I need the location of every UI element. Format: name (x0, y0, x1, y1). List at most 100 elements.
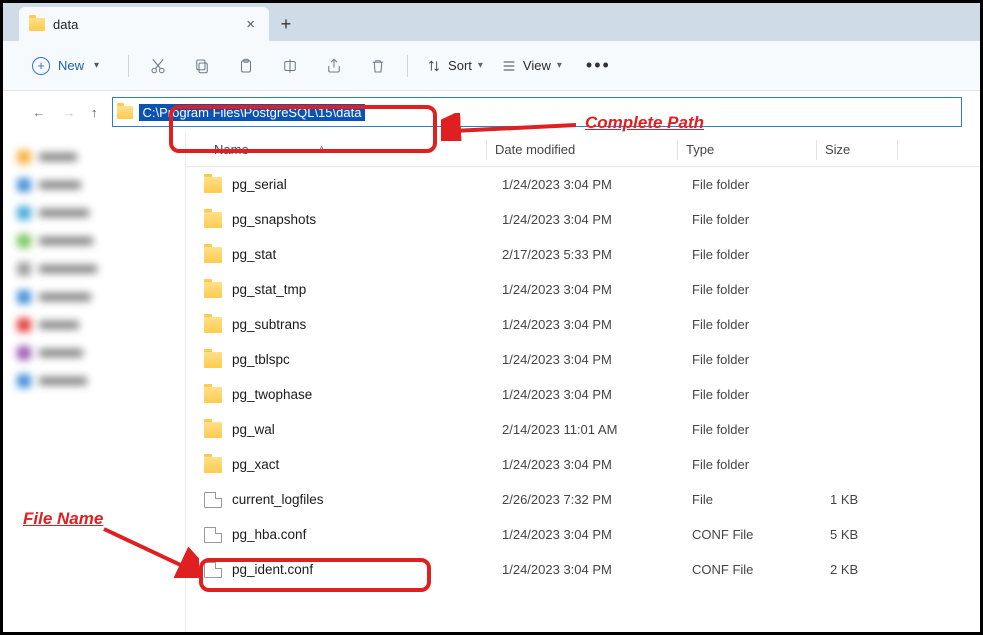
sidebar-icon (17, 262, 31, 276)
sidebar-icon (17, 374, 31, 388)
table-row[interactable]: current_logfiles2/26/2023 7:32 PMFile1 K… (186, 482, 980, 517)
table-row[interactable]: pg_serial1/24/2023 3:04 PMFile folder (186, 167, 980, 202)
cut-icon[interactable] (147, 55, 169, 77)
sidebar-item[interactable] (11, 283, 177, 311)
sidebar-item[interactable] (11, 367, 177, 395)
file-type: File folder (692, 422, 830, 437)
file-name: pg_wal (232, 422, 502, 437)
address-path[interactable]: C:\Program Files\PostgreSQL\15\data (139, 104, 366, 121)
column-headers: Name ˄ Date modified Type Size (186, 133, 980, 167)
file-pane: Name ˄ Date modified Type Size pg_serial… (185, 133, 980, 632)
back-arrow-icon[interactable]: ← (31, 105, 47, 120)
copy-icon[interactable] (191, 55, 213, 77)
file-name: pg_twophase (232, 387, 502, 402)
sidebar-icon (17, 178, 31, 192)
main-area: Name ˄ Date modified Type Size pg_serial… (3, 133, 980, 632)
chevron-down-icon: ▾ (478, 60, 483, 71)
sidebar-item[interactable] (11, 171, 177, 199)
col-type-header[interactable]: Type (678, 142, 816, 157)
sidebar-item[interactable] (11, 339, 177, 367)
col-name-label: Name (214, 142, 249, 157)
table-row[interactable]: pg_snapshots1/24/2023 3:04 PMFile folder (186, 202, 980, 237)
table-row[interactable]: pg_twophase1/24/2023 3:04 PMFile folder (186, 377, 980, 412)
file-name: pg_stat_tmp (232, 282, 502, 297)
sidebar-label (39, 321, 79, 329)
folder-icon (204, 387, 222, 403)
table-row[interactable]: pg_wal2/14/2023 11:01 AMFile folder (186, 412, 980, 447)
file-date: 1/24/2023 3:04 PM (502, 177, 692, 192)
col-size-header[interactable]: Size (817, 142, 897, 157)
paste-icon[interactable] (235, 55, 257, 77)
clipboard-group (147, 55, 389, 77)
file-date: 2/17/2023 5:33 PM (502, 247, 692, 262)
sort-asc-icon: ˄ (319, 144, 325, 155)
sidebar-label (39, 293, 91, 301)
tab-bar: data × + (3, 3, 980, 41)
table-row[interactable]: pg_tblspc1/24/2023 3:04 PMFile folder (186, 342, 980, 377)
delete-icon[interactable] (367, 55, 389, 77)
table-row[interactable]: pg_stat_tmp1/24/2023 3:04 PMFile folder (186, 272, 980, 307)
separator (128, 55, 129, 77)
rename-icon[interactable] (279, 55, 301, 77)
up-arrow-icon[interactable]: ↑ (91, 105, 98, 120)
file-name: pg_tblspc (232, 352, 502, 367)
file-date: 1/24/2023 3:04 PM (502, 527, 692, 542)
new-button[interactable]: + New ▾ (21, 51, 110, 81)
folder-icon (204, 457, 222, 473)
file-type: File folder (692, 282, 830, 297)
table-row[interactable]: pg_xact1/24/2023 3:04 PMFile folder (186, 447, 980, 482)
sidebar-item[interactable] (11, 143, 177, 171)
file-type: File folder (692, 177, 830, 192)
sidebar-item[interactable] (11, 199, 177, 227)
file-type: File folder (692, 212, 830, 227)
file-date: 1/24/2023 3:04 PM (502, 282, 692, 297)
new-tab-button[interactable]: + (269, 7, 303, 41)
sidebar-icon (17, 234, 31, 248)
view-button[interactable]: View ▾ (501, 58, 562, 74)
sort-label: Sort (448, 58, 472, 73)
folder-icon (117, 106, 133, 119)
sidebar-item[interactable] (11, 311, 177, 339)
table-row[interactable]: pg_stat2/17/2023 5:33 PMFile folder (186, 237, 980, 272)
table-row[interactable]: pg_ident.conf1/24/2023 3:04 PMCONF File2… (186, 552, 980, 587)
file-name: pg_xact (232, 457, 502, 472)
sidebar-item[interactable] (11, 227, 177, 255)
file-icon (204, 527, 222, 543)
tab-title: data (53, 17, 234, 32)
file-name: current_logfiles (232, 492, 502, 507)
file-name: pg_subtrans (232, 317, 502, 332)
file-date: 1/24/2023 3:04 PM (502, 352, 692, 367)
sidebar-label (39, 237, 93, 245)
file-type: CONF File (692, 562, 830, 577)
file-size: 5 KB (830, 527, 910, 542)
file-list: pg_serial1/24/2023 3:04 PMFile folderpg_… (186, 167, 980, 632)
sidebar-label (39, 377, 87, 385)
folder-icon (29, 18, 45, 31)
chevron-down-icon: ▾ (94, 60, 99, 71)
sidebar-label (39, 153, 77, 161)
file-date: 1/24/2023 3:04 PM (502, 387, 692, 402)
share-icon[interactable] (323, 55, 345, 77)
active-tab[interactable]: data × (19, 7, 269, 41)
sidebar-item[interactable] (11, 255, 177, 283)
close-tab-icon[interactable]: × (242, 16, 259, 33)
col-name-header[interactable]: Name ˄ (186, 142, 486, 157)
nav-sidebar[interactable] (3, 133, 185, 632)
sort-button[interactable]: Sort ▾ (426, 58, 483, 74)
sidebar-icon (17, 206, 31, 220)
forward-arrow-icon[interactable]: → (61, 105, 77, 120)
folder-icon (204, 352, 222, 368)
sidebar-icon (17, 290, 31, 304)
table-row[interactable]: pg_hba.conf1/24/2023 3:04 PMCONF File5 K… (186, 517, 980, 552)
more-button[interactable]: ••• (580, 55, 617, 76)
file-type: File (692, 492, 830, 507)
col-date-header[interactable]: Date modified (487, 142, 677, 157)
file-date: 1/24/2023 3:04 PM (502, 317, 692, 332)
file-type: File folder (692, 352, 830, 367)
address-bar[interactable]: C:\Program Files\PostgreSQL\15\data (112, 97, 963, 127)
new-button-label: New (58, 58, 84, 73)
view-icon (501, 58, 517, 74)
table-row[interactable]: pg_subtrans1/24/2023 3:04 PMFile folder (186, 307, 980, 342)
folder-icon (204, 212, 222, 228)
address-row: ← → ↑ C:\Program Files\PostgreSQL\15\dat… (3, 91, 980, 133)
